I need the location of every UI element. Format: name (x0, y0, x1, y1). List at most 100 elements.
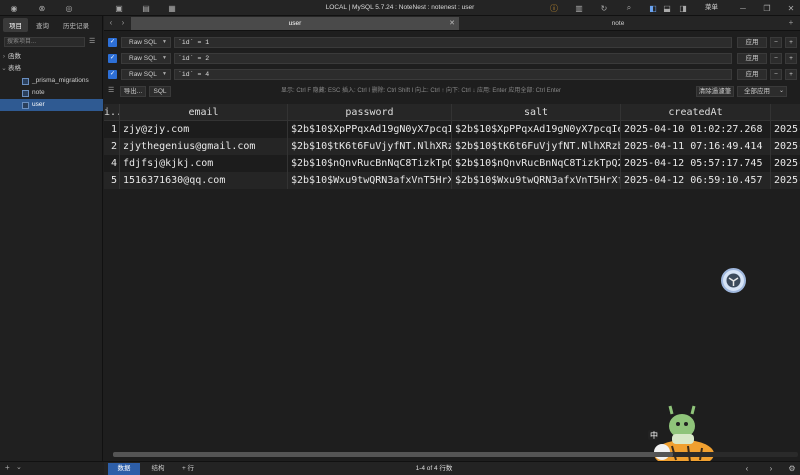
list-icon[interactable]: ☰ (108, 86, 114, 94)
filter-checkbox[interactable]: ✓ (108, 38, 117, 47)
tab-structure[interactable]: 结构 (142, 463, 174, 475)
column-header-salt[interactable]: salt (452, 104, 621, 121)
filter-apply-button[interactable]: 应用 (737, 53, 767, 64)
add-row-button[interactable]: + 行 (176, 463, 200, 475)
cell-createdAt[interactable]: 2025-04-12 05:57:17.745 (621, 155, 771, 172)
tree-table-prisma-migrations[interactable]: _prisma_migrations (0, 75, 103, 87)
cell-email[interactable]: zjythegenius@gmail.com (120, 138, 288, 155)
cell-salt[interactable]: $2b$10$Wxu9twQRN3afxVnT5HrXfe (452, 172, 621, 189)
left-panel-icon[interactable]: ◧ (647, 2, 659, 14)
right-panel-icon[interactable]: ◨ (677, 2, 689, 14)
restore-icon[interactable]: ❐ (761, 2, 773, 14)
filter-add-button[interactable]: + (785, 37, 797, 48)
tab-data[interactable]: 数据 (108, 463, 140, 475)
filter-remove-button[interactable]: − (770, 69, 782, 80)
cell-id[interactable]: 2 (104, 138, 120, 155)
tree-tables[interactable]: ⌄ 表格 (0, 63, 103, 75)
filter-mode-select[interactable]: Raw SQL ▼ (121, 53, 171, 64)
close-icon[interactable]: ✕ (785, 2, 797, 14)
filter-checkbox[interactable]: ✓ (108, 70, 117, 79)
close-tab-icon[interactable]: ✕ (449, 17, 455, 30)
column-header-createdAt[interactable]: createdAt (621, 104, 771, 121)
back-arrow-icon[interactable]: ‹ (106, 17, 116, 29)
cell-id[interactable]: 4 (104, 155, 120, 172)
cell-email[interactable]: zjy@zjy.com (120, 121, 288, 138)
filter-expression-input[interactable]: `id` = 4 (174, 69, 732, 80)
cell-id[interactable]: 5 (104, 172, 120, 189)
column-header-password[interactable]: password (288, 104, 452, 121)
filter-remove-button[interactable]: − (770, 37, 782, 48)
search-icon[interactable]: ⌕ (623, 2, 635, 14)
cell-email[interactable]: 1516371630@qq.com (120, 172, 288, 189)
tree-table-user[interactable]: user (0, 99, 103, 111)
filter-mode-select[interactable]: Raw SQL ▼ (121, 37, 171, 48)
filter-expression-input[interactable]: `id` = 2 (174, 53, 732, 64)
filter-apply-button[interactable]: 应用 (737, 37, 767, 48)
cell-updatedAt[interactable]: 2025- (771, 121, 800, 138)
filter-apply-button[interactable]: 应用 (737, 69, 767, 80)
filter-add-button[interactable]: + (785, 53, 797, 64)
schema-tree: › 函数 ⌄ 表格 _prisma_migrations note user (0, 51, 103, 111)
minimize-icon[interactable]: ─ (737, 2, 749, 14)
menu-button[interactable]: 菜单 (705, 0, 718, 16)
chart-icon[interactable]: ▥ (573, 2, 585, 14)
cell-email[interactable]: fdjfsj@kjkj.com (120, 155, 288, 172)
cell-createdAt[interactable]: 2025-04-10 01:02:27.268 (621, 121, 771, 138)
column-header-email[interactable]: email (120, 104, 288, 121)
column-header-updatedAt[interactable] (771, 104, 800, 121)
tab-user[interactable]: user ✕ (131, 17, 459, 30)
table-row[interactable]: 2 zjythegenius@gmail.com $2b$10$tK6t6FuV… (104, 138, 800, 155)
tab-note[interactable]: note (464, 17, 772, 30)
cell-password[interactable]: $2b$10$nQnvRucBnNqC8TizkTpQ2u (288, 155, 452, 172)
plus-icon[interactable]: + (786, 17, 796, 29)
cell-updatedAt[interactable]: 2025- (771, 155, 800, 172)
add-icon[interactable]: + (5, 463, 10, 472)
horizontal-scrollbar[interactable] (113, 452, 798, 457)
table-row[interactable]: 4 fdjfsj@kjkj.com $2b$10$nQnvRucBnNqC8Ti… (104, 155, 800, 172)
filter-dropdown-icon[interactable]: ⌄ (16, 463, 22, 471)
filter-expression-input[interactable]: `id` = 1 (174, 37, 732, 48)
cell-salt[interactable]: $2b$10$tK6t6FuVjyfNT.NlhXRzbe (452, 138, 621, 155)
table-row[interactable]: 1 zjy@zjy.com $2b$10$XpPPqxAd19gN0yX7pcq… (104, 121, 800, 138)
hamburger-icon[interactable]: ☰ (89, 38, 98, 46)
cell-createdAt[interactable]: 2025-04-11 07:16:49.414 (621, 138, 771, 155)
sidebar-search-input[interactable] (4, 37, 85, 47)
prev-page-icon[interactable]: ‹ (740, 463, 754, 475)
forward-arrow-icon[interactable]: › (118, 17, 128, 29)
cell-salt[interactable]: $2b$10$nQnvRucBnNqC8TizkTpQ2u (452, 155, 621, 172)
cell-createdAt[interactable]: 2025-04-12 06:59:10.457 (621, 172, 771, 189)
tab-project[interactable]: 项目 (3, 18, 28, 32)
filter-mode-select[interactable]: Raw SQL ▼ (121, 69, 171, 80)
cell-salt[interactable]: $2b$10$XpPPqxAd19gN0yX7pcqIeu (452, 121, 621, 138)
info-icon[interactable]: ⓘ (548, 2, 560, 14)
bottom-panel-icon[interactable]: ⬓ (661, 2, 673, 14)
tab-queries[interactable]: 查询 (30, 18, 55, 32)
sql-button[interactable]: SQL (149, 86, 171, 97)
cell-password[interactable]: $2b$10$XpPPqxAd19gN0yX7pcqIeu (288, 121, 452, 138)
grid-toolbar: ☰ 导出... SQL 显示: Ctrl F 隐藏: ESC 插入: Ctrl … (104, 84, 800, 99)
filter-checkbox[interactable]: ✓ (108, 54, 117, 63)
cell-updatedAt[interactable]: 2025- (771, 172, 800, 189)
filter-add-button[interactable]: + (785, 69, 797, 80)
cell-id[interactable]: 1 (104, 121, 120, 138)
refresh-icon[interactable]: ↻ (598, 2, 610, 14)
shortcut-hint: 显示: Ctrl F 隐藏: ESC 插入: Ctrl I 删除: Ctrl S… (281, 88, 562, 94)
filter-remove-button[interactable]: − (770, 53, 782, 64)
column-header-id[interactable]: i... (104, 104, 120, 121)
tree-table-note[interactable]: note (0, 87, 103, 99)
table-row[interactable]: 5 1516371630@qq.com $2b$10$Wxu9twQRN3afx… (104, 172, 800, 189)
scrollbar-thumb[interactable] (113, 452, 673, 457)
cell-password[interactable]: $2b$10$tK6t6FuVjyfNT.NlhXRzbe (288, 138, 452, 155)
tree-functions[interactable]: › 函数 (0, 51, 103, 63)
settings-icon[interactable]: ⚙ (785, 463, 799, 475)
clear-filter-button[interactable]: 清除過濾筆 (696, 86, 734, 97)
next-page-icon[interactable]: › (764, 463, 778, 475)
cell-password[interactable]: $2b$10$Wxu9twQRN3afxVnT5HrXfe (288, 172, 452, 189)
export-button[interactable]: 导出... (120, 86, 146, 97)
caret-down-icon: ▼ (162, 39, 167, 45)
apply-all-button[interactable]: 全部应用 ⌄ (737, 86, 787, 97)
tab-history[interactable]: 历史记录 (57, 18, 95, 32)
cell-updatedAt[interactable]: 2025- (771, 138, 800, 155)
floating-assistant-button[interactable] (721, 268, 746, 293)
chevron-right-icon: › (2, 53, 6, 60)
